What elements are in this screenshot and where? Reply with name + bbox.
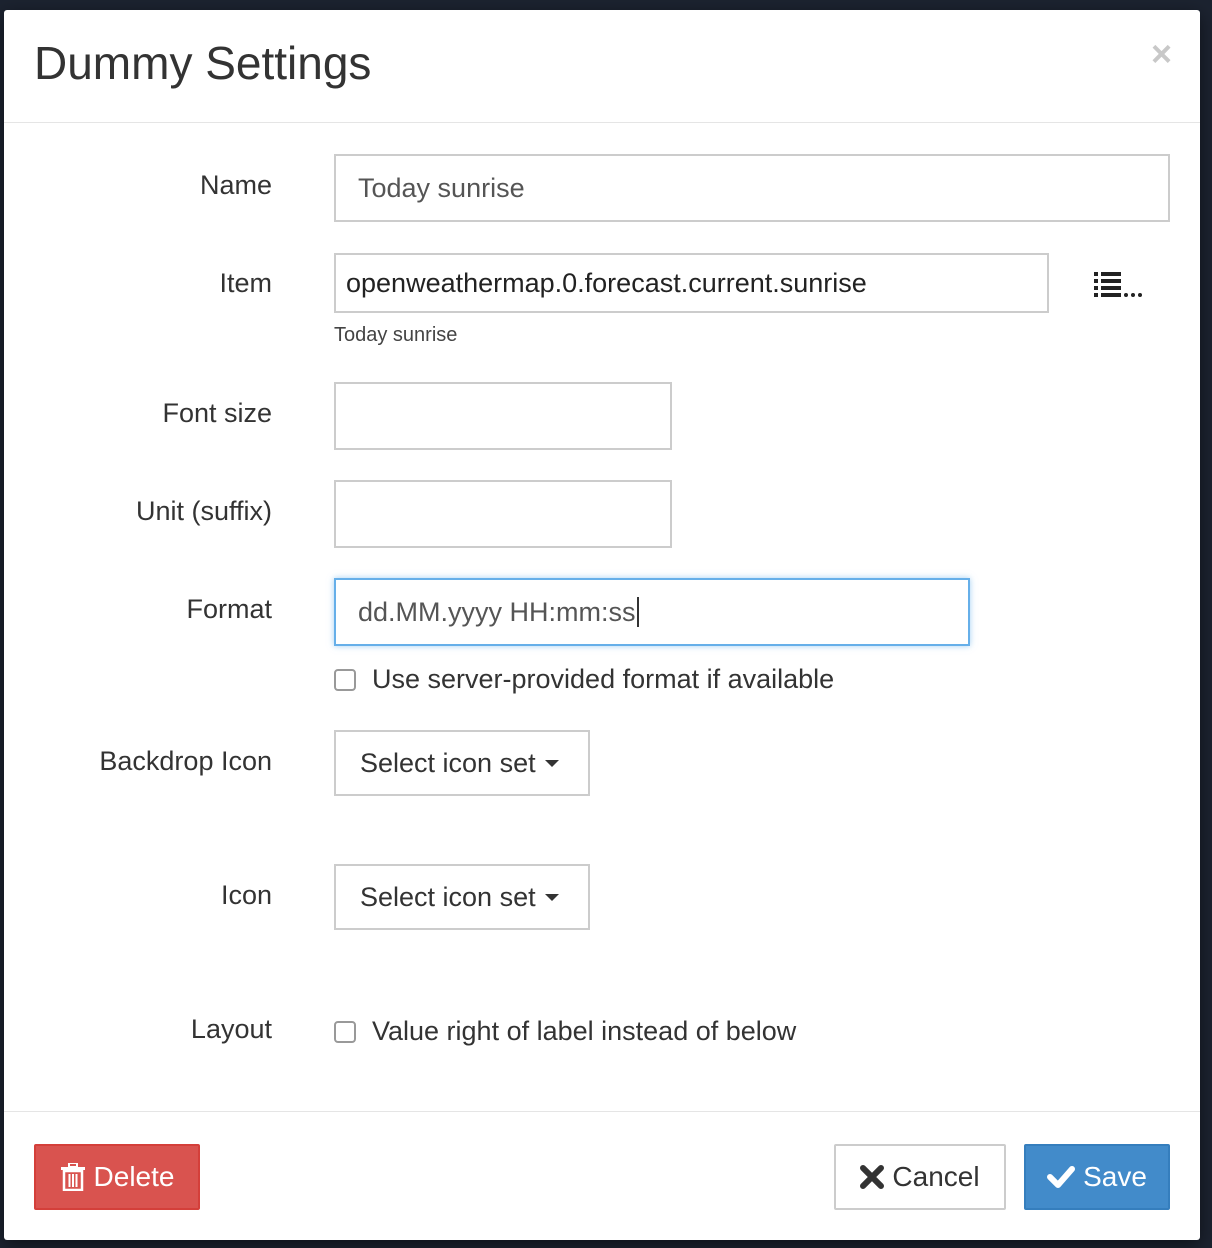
item-input-value: openweathermap.0.forecast.current.sunris… <box>346 267 867 298</box>
backdrop-icon-dropdown-label: Select icon set <box>360 747 536 778</box>
unit-input[interactable] <box>334 480 672 548</box>
save-button[interactable]: Save <box>1024 1144 1170 1210</box>
icon-dropdown-label: Select icon set <box>360 881 536 912</box>
close-icon <box>860 1165 885 1189</box>
layout-checkbox[interactable] <box>334 1020 356 1043</box>
chevron-down-icon <box>544 759 559 767</box>
list-icon[interactable] <box>1094 270 1144 300</box>
dialog-title: Dummy Settings <box>34 37 372 89</box>
backdrop-icon-dropdown[interactable]: Select icon set <box>334 730 590 796</box>
server-format-option[interactable]: Use server-provided format if available <box>334 664 834 695</box>
item-help-text: Today sunrise <box>334 324 458 346</box>
name-input-value: Today sunrise <box>358 172 525 203</box>
chevron-down-icon <box>544 893 559 901</box>
close-button[interactable]: × <box>1151 36 1172 72</box>
settings-dialog: Dummy Settings × Name Today sunrise Item… <box>4 10 1200 1240</box>
checkmark-icon <box>1047 1166 1076 1188</box>
icon-label: Icon <box>220 880 272 910</box>
delete-button[interactable]: Delete <box>34 1144 200 1210</box>
format-input[interactable]: dd.MM.yyyy HH:mm:ss <box>334 578 970 646</box>
layout-option[interactable]: Value right of label instead of below <box>334 1016 796 1047</box>
save-button-label: Save <box>1083 1161 1147 1192</box>
font-size-label: Font size <box>162 398 272 428</box>
unit-label: Unit (suffix) <box>135 496 272 526</box>
backdrop-icon-label: Backdrop Icon <box>99 746 272 776</box>
font-size-input[interactable] <box>334 382 672 450</box>
text-caret <box>636 597 639 627</box>
item-label: Item <box>219 268 272 298</box>
icon-dropdown[interactable]: Select icon set <box>334 864 590 930</box>
format-input-value: dd.MM.yyyy HH:mm:ss <box>358 596 636 627</box>
cancel-button[interactable]: Cancel <box>834 1144 1006 1210</box>
server-format-checkbox-label: Use server-provided format if available <box>372 664 835 694</box>
dialog-header: Dummy Settings × <box>4 10 1200 123</box>
layout-checkbox-label: Value right of label instead of below <box>372 1016 797 1046</box>
cancel-button-label: Cancel <box>892 1161 980 1192</box>
dialog-footer: Delete Cancel Save <box>4 1111 1200 1240</box>
trash-icon <box>60 1163 85 1191</box>
format-label: Format <box>186 594 272 624</box>
server-format-checkbox[interactable] <box>334 668 356 691</box>
layout-label: Layout <box>190 1014 272 1044</box>
item-input[interactable]: openweathermap.0.forecast.current.sunris… <box>334 253 1049 313</box>
name-input[interactable]: Today sunrise <box>334 154 1170 222</box>
delete-button-label: Delete <box>93 1161 175 1192</box>
name-label: Name <box>199 170 272 200</box>
